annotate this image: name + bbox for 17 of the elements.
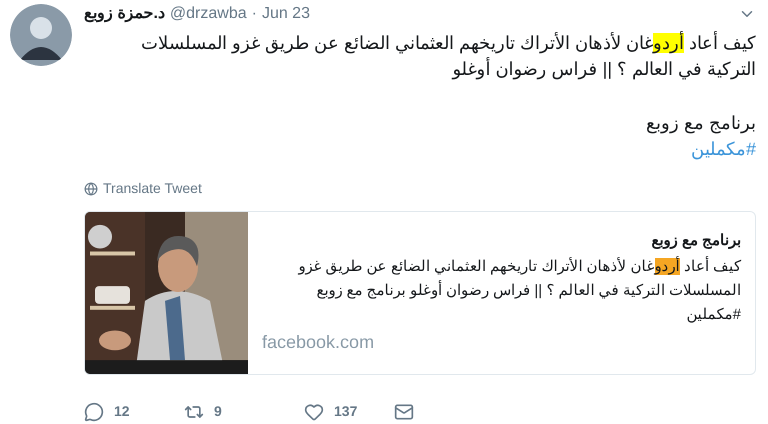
action-count: 137 [334,402,358,421]
speech-bubble-icon[interactable] [84,402,104,422]
card-domain: facebook.com [262,330,374,354]
user-handle[interactable]: @drzawba [170,2,247,26]
action-count: 12 [114,402,130,421]
globe-icon [84,182,98,196]
tweet-date[interactable]: Jun 23 [262,2,310,26]
author-name[interactable]: د.حمزة زوبع [84,2,165,26]
envelope-icon[interactable] [394,402,414,422]
card-title: برنامج مع زوبع [650,231,741,251]
heart-icon[interactable] [304,402,324,422]
action-count: 9 [214,402,222,421]
translate-link[interactable]: Translate Tweet [103,178,202,199]
tweet-text: برنامج مع زوبع [644,112,756,136]
avatar[interactable] [10,4,72,66]
hashtag-link[interactable]: #مكملين [690,136,756,162]
separator: · [252,4,257,24]
